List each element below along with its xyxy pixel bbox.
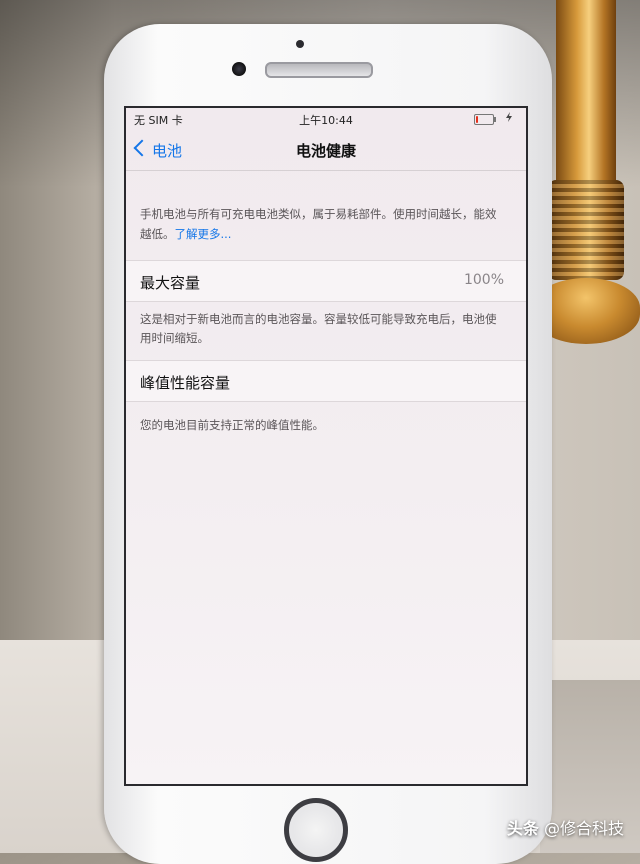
learn-more-link[interactable]: 了解更多...: [175, 227, 232, 241]
phone-screen: 无 SIM 卡 上午10:44 电池 电池健康 手机电池与所有可充电电池类似，属…: [124, 106, 528, 786]
status-time: 上午10:44: [299, 114, 353, 127]
max-capacity-description: 这是相对于新电池而言的电池容量。容量较低可能导致充电后，电池使用时间缩短。: [140, 312, 497, 345]
home-button[interactable]: [284, 798, 348, 862]
battery-icon: [474, 114, 496, 125]
earpiece-speaker: [265, 62, 373, 78]
status-bar: 无 SIM 卡 上午10:44: [126, 108, 526, 130]
max-capacity-value: 100%: [463, 272, 504, 288]
battery-level: [476, 116, 478, 123]
max-capacity-row: 最大容量 100%: [126, 260, 526, 302]
max-capacity-label: 最大容量: [140, 274, 201, 292]
screwdriver-shaft: [556, 0, 616, 190]
battery-tip: [494, 117, 496, 122]
navigation-bar: 电池 电池健康: [126, 130, 526, 171]
intro-text-block: 手机电池与所有可充电电池类似，属于易耗部件。使用时间越长，能效越低。了解更多..…: [140, 204, 500, 244]
watermark-brand: 头条: [506, 819, 539, 838]
peak-performance-label: 峰值性能容量: [140, 374, 231, 392]
watermark-account: @修合科技: [543, 819, 624, 838]
page-title: 电池健康: [295, 142, 356, 160]
peak-performance-row: 峰值性能容量: [126, 360, 526, 402]
front-camera: [232, 62, 246, 76]
screwdriver-grip: [548, 180, 624, 280]
charging-icon: [506, 112, 512, 122]
proximity-sensor: [296, 40, 304, 48]
peak-performance-description: 您的电池目前支持正常的峰值性能。: [140, 418, 324, 432]
watermark: 头条 @修合科技: [507, 815, 624, 839]
